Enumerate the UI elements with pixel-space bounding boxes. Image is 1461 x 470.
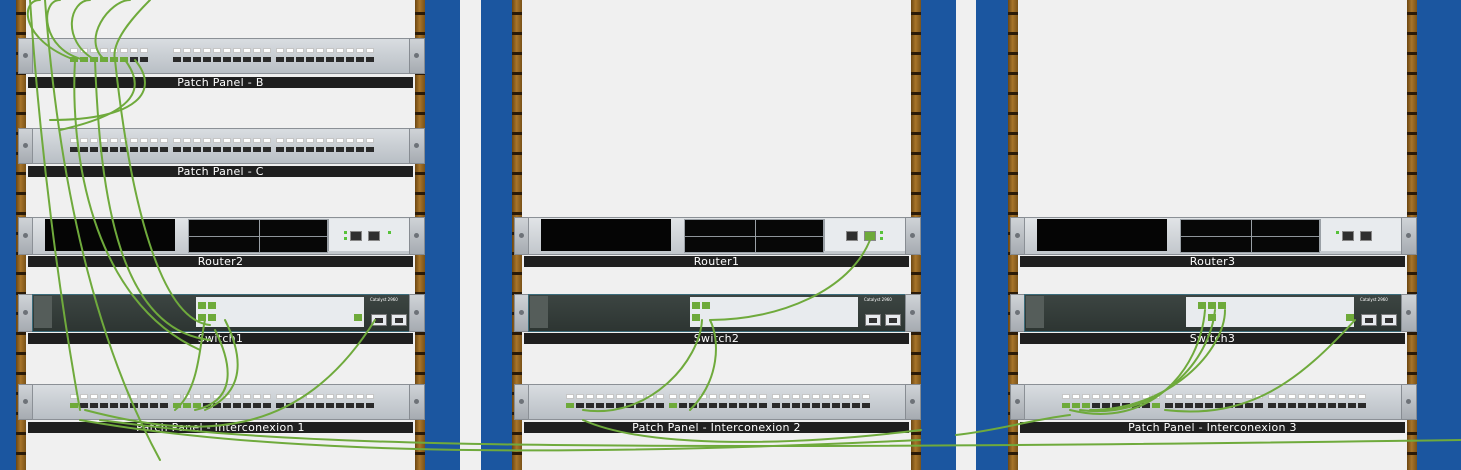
patch-panel-interconexion-3[interactable]: [1010, 384, 1417, 420]
switch-port[interactable]: [198, 302, 206, 309]
uplink-port[interactable]: [865, 314, 881, 326]
gig-port[interactable]: [864, 231, 876, 241]
switch-port[interactable]: [1198, 302, 1206, 309]
router-3[interactable]: [1010, 217, 1417, 255]
status-led: [880, 237, 883, 240]
device-label: Switch2: [524, 333, 909, 344]
patch-port[interactable]: [140, 48, 148, 62]
router-module: [188, 219, 260, 253]
uplink-port[interactable]: [885, 314, 901, 326]
patch-port[interactable]: [70, 48, 78, 62]
switch-port[interactable]: [692, 314, 700, 321]
status-led: [344, 231, 347, 234]
switch-brand: Catalyst 2960: [1360, 297, 1388, 302]
switch-port[interactable]: [1218, 302, 1226, 309]
status-led: [344, 237, 347, 240]
gig-port[interactable]: [1360, 231, 1372, 241]
port-group: [173, 138, 273, 152]
port-group: [70, 48, 150, 62]
port-group: [1268, 394, 1368, 408]
device-label: Patch Panel - C: [28, 166, 413, 177]
status-led: [880, 231, 883, 234]
switch-port[interactable]: [1208, 314, 1216, 321]
switch-port[interactable]: [354, 314, 362, 321]
device-label: Router2: [28, 256, 413, 267]
switch-port-grid: [196, 297, 364, 327]
switch-port[interactable]: [198, 314, 206, 321]
switch-2[interactable]: Catalyst 2960: [514, 294, 921, 332]
port-group: [276, 48, 376, 62]
status-led: [388, 231, 391, 234]
device-label: Router1: [524, 256, 909, 267]
switch-console: [34, 296, 52, 328]
uplink-port[interactable]: [1381, 314, 1397, 326]
patch-port[interactable]: [120, 48, 128, 62]
patch-port[interactable]: [130, 48, 138, 62]
port-group: [566, 394, 666, 408]
port-group: [669, 394, 769, 408]
switch-port[interactable]: [692, 302, 700, 309]
switch-brand: Catalyst 2960: [370, 297, 398, 302]
router-1[interactable]: [514, 217, 921, 255]
switch-port[interactable]: [1346, 314, 1354, 321]
switch-port[interactable]: [208, 302, 216, 309]
router-module: [684, 219, 756, 253]
gig-port[interactable]: [368, 231, 380, 241]
router-module: [259, 219, 328, 253]
switch-brand: Catalyst 2960: [864, 297, 892, 302]
switch-port[interactable]: [208, 314, 216, 321]
switch-1[interactable]: Catalyst 2960: [18, 294, 425, 332]
port-group: [276, 394, 376, 408]
uplink-port[interactable]: [1361, 314, 1377, 326]
port-group: [70, 394, 170, 408]
device-label: Switch3: [1020, 333, 1405, 344]
router-slot: [45, 219, 175, 251]
rack-1: Patch Panel - B Patch Panel - C Router2: [16, 0, 463, 470]
port-group: [772, 394, 872, 408]
router-slot: [1037, 219, 1167, 251]
switch-port[interactable]: [1208, 302, 1216, 309]
switch-port[interactable]: [702, 302, 710, 309]
device-label: Patch Panel - Interconexion 3: [1020, 422, 1405, 433]
port-group: [173, 394, 273, 408]
rack-post: [481, 0, 516, 470]
port-group: [276, 138, 376, 152]
device-label: Patch Panel - Interconexion 1: [28, 422, 413, 433]
device-label: Switch1: [28, 333, 413, 344]
patch-port[interactable]: [100, 48, 108, 62]
patch-panel-b[interactable]: [18, 38, 425, 74]
router-2[interactable]: [18, 217, 425, 255]
port-group: [70, 138, 170, 152]
router-module: [1180, 219, 1252, 253]
status-led: [1336, 231, 1339, 234]
patch-panel-interconexion-1[interactable]: [18, 384, 425, 420]
port-group: [1165, 394, 1265, 408]
uplink-port[interactable]: [391, 314, 407, 326]
switch-3[interactable]: Catalyst 2960: [1010, 294, 1417, 332]
device-label: Router3: [1020, 256, 1405, 267]
mount-ear: [409, 38, 425, 74]
gig-port[interactable]: [846, 231, 858, 241]
patch-port[interactable]: [110, 48, 118, 62]
gig-port[interactable]: [350, 231, 362, 241]
patch-port[interactable]: [80, 48, 88, 62]
rack-3: Router3 Catalyst 2960 Switch3 Patch Pane…: [1008, 0, 1455, 470]
patch-port[interactable]: [90, 48, 98, 62]
rack-post: [976, 0, 1012, 470]
uplink-port[interactable]: [371, 314, 387, 326]
port-group: [173, 48, 273, 62]
port-group: [1062, 394, 1162, 408]
router-slot: [541, 219, 671, 251]
router-module: [755, 219, 824, 253]
device-label: Patch Panel - B: [28, 77, 413, 88]
device-label: Patch Panel - Interconexion 2: [524, 422, 909, 433]
router-module: [1251, 219, 1320, 253]
rack-2: Router1 Catalyst 2960 Switch2 Patch Pane…: [512, 0, 959, 470]
patch-panel-c[interactable]: [18, 128, 425, 164]
patch-panel-interconexion-2[interactable]: [514, 384, 921, 420]
gig-port[interactable]: [1342, 231, 1354, 241]
